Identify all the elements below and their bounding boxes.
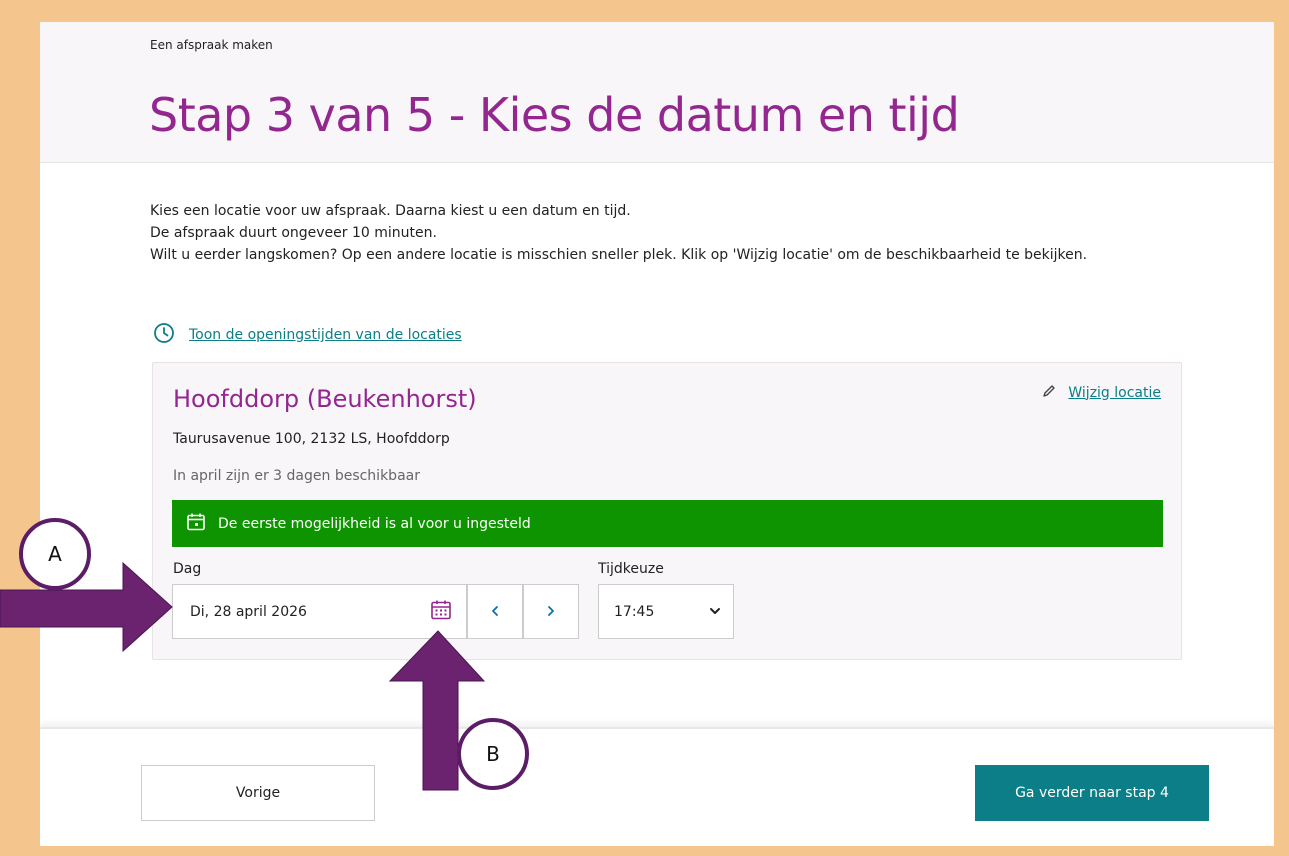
first-option-notice: De eerste mogelijkheid is al voor u inge… bbox=[172, 500, 1163, 547]
previous-day-button[interactable] bbox=[467, 584, 523, 639]
opening-hours-link-label[interactable]: Toon de openingstijden van de locaties bbox=[189, 327, 462, 343]
clock-icon bbox=[153, 322, 175, 348]
pencil-icon bbox=[1042, 383, 1056, 402]
time-value: 17:45 bbox=[614, 603, 655, 620]
next-day-button[interactable] bbox=[523, 584, 579, 639]
intro-text: Kies een locatie voor uw afspraak. Daarn… bbox=[150, 200, 1180, 266]
day-label: Dag bbox=[173, 561, 202, 577]
notice-text: De eerste mogelijkheid is al voor u inge… bbox=[218, 515, 531, 532]
calendar-icon bbox=[186, 512, 206, 536]
next-step-button[interactable]: Ga verder naar stap 4 bbox=[975, 765, 1209, 821]
intro-line: De afspraak duurt ongeveer 10 minuten. bbox=[150, 225, 437, 241]
date-input[interactable]: Di, 28 april 2026 bbox=[172, 584, 467, 639]
callout-b: B bbox=[457, 718, 529, 790]
location-card: Hoofddorp (Beukenhorst) Wijzig locatie T… bbox=[152, 362, 1182, 660]
breadcrumb: Een afspraak maken bbox=[150, 38, 273, 52]
intro-line: Kies een locatie voor uw afspraak. Daarn… bbox=[150, 203, 631, 219]
appointment-page: Een afspraak maken Stap 3 van 5 - Kies d… bbox=[40, 22, 1274, 846]
location-name: Hoofddorp (Beukenhorst) bbox=[173, 385, 477, 413]
intro-line: Wilt u eerder langskomen? Op een andere … bbox=[150, 247, 1088, 263]
previous-button[interactable]: Vorige bbox=[141, 765, 375, 821]
change-location-label[interactable]: Wijzig locatie bbox=[1068, 385, 1161, 401]
chevron-down-icon bbox=[709, 602, 721, 621]
location-address: Taurusavenue 100, 2132 LS, Hoofddorp bbox=[173, 431, 450, 447]
availability-text: In april zijn er 3 dagen beschikbaar bbox=[173, 468, 420, 484]
date-value: Di, 28 april 2026 bbox=[190, 603, 307, 620]
page-header: Een afspraak maken Stap 3 van 5 - Kies d… bbox=[40, 22, 1274, 163]
calendar-icon[interactable] bbox=[430, 599, 452, 625]
chevron-right-icon bbox=[545, 602, 557, 621]
time-label: Tijdkeuze bbox=[598, 561, 664, 577]
chevron-left-icon bbox=[489, 602, 501, 621]
change-location-link[interactable]: Wijzig locatie bbox=[1042, 383, 1161, 402]
callout-a: A bbox=[19, 518, 91, 590]
page-title: Stap 3 van 5 - Kies de datum en tijd bbox=[149, 88, 960, 142]
opening-hours-link[interactable]: Toon de openingstijden van de locaties bbox=[153, 322, 462, 348]
time-select[interactable]: 17:45 bbox=[598, 584, 734, 639]
